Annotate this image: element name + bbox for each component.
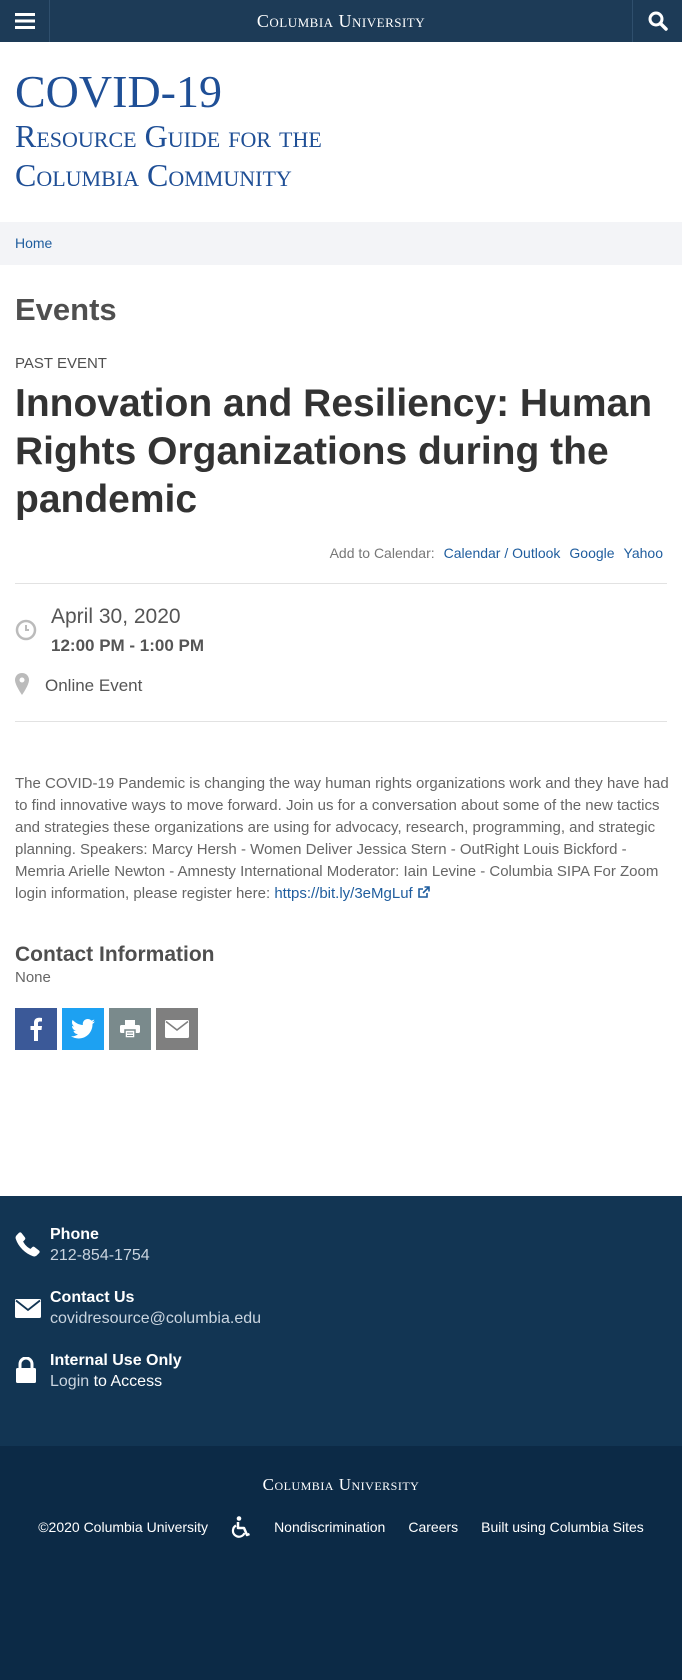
calendar-outlook-link[interactable]: Calendar / Outlook [444,545,561,561]
description-text: The COVID-19 Pandemic is changing the wa… [15,775,669,902]
twitter-icon [71,1019,95,1039]
lock-icon [16,1357,36,1383]
register-link[interactable]: https://bit.ly/3eMgLuf [274,885,430,902]
search-icon [648,11,668,31]
divider [15,721,667,722]
phone-label: Phone [50,1226,99,1243]
footer-contact: Phone 212-854-1754 Contact Us covidresou… [0,1196,682,1446]
internal-use-label: Internal Use Only [50,1352,182,1369]
site-title[interactable]: COVID-19 Resource Guide for the Columbia… [15,68,322,194]
careers-link[interactable]: Careers [408,1519,458,1535]
register-link-text: https://bit.ly/3eMgLuf [274,885,413,902]
envelope-icon [15,1299,41,1318]
event-time: 12:00 PM - 1:00 PM [51,636,205,655]
phone-icon [15,1232,40,1257]
share-buttons [15,1008,198,1050]
add-to-calendar-label: Add to Calendar: [329,545,435,561]
breadcrumb-home-link[interactable]: Home [15,235,52,251]
section-title: Events [15,292,117,327]
footer-bottom: Columbia University ©2020 Columbia Unive… [0,1446,682,1680]
print-button[interactable] [109,1008,151,1050]
login-line: Login to Access [50,1373,182,1391]
search-button[interactable] [632,0,682,42]
accessibility-icon[interactable] [231,1516,251,1538]
location-pin-icon [15,673,29,695]
email-share-button[interactable] [156,1008,198,1050]
event-title: Innovation and Resiliency: Human Rights … [15,382,653,521]
add-to-calendar: Add to Calendar: Calendar / Outlook Goog… [330,545,663,561]
calendar-google-link[interactable]: Google [569,545,614,561]
contact-us-label: Contact Us [50,1289,135,1306]
twitter-share-button[interactable] [62,1008,104,1050]
facebook-icon [30,1017,42,1041]
calendar-yahoo-link[interactable]: Yahoo [624,545,663,561]
external-link-icon [418,886,430,898]
footer-contact-us: Contact Us covidresource@columbia.edu [50,1289,261,1328]
email-icon [165,1020,189,1038]
past-event-label: PAST EVENT [15,355,107,372]
nondiscrimination-link[interactable]: Nondiscrimination [274,1519,385,1535]
facebook-share-button[interactable] [15,1008,57,1050]
footer-phone: Phone 212-854-1754 [50,1226,150,1265]
top-navigation-bar: Columbia University [0,0,682,42]
footer-university-brand[interactable]: Columbia University [0,1475,682,1495]
site-title-line3: Columbia Community [15,157,292,193]
contact-value: None [15,969,51,986]
print-icon [120,1020,140,1038]
built-using-link[interactable]: Built using Columbia Sites [481,1519,644,1535]
contact-email-link[interactable]: covidresource@columbia.edu [50,1310,261,1328]
login-link[interactable]: Login [50,1373,89,1390]
contact-heading: Contact Information [15,943,215,966]
login-suffix: to Access [89,1373,163,1390]
footer-links: ©2020 Columbia University Nondiscriminat… [0,1516,682,1538]
breadcrumb: Home [0,222,682,265]
event-location: Online Event [45,676,143,695]
copyright-text: ©2020 Columbia University [38,1519,209,1535]
university-brand[interactable]: Columbia University [0,11,682,32]
site-title-line1: COVID-19 [15,66,222,117]
event-description: The COVID-19 Pandemic is changing the wa… [15,773,671,905]
phone-number[interactable]: 212-854-1754 [50,1247,150,1265]
footer-internal: Internal Use Only Login to Access [50,1352,182,1391]
clock-icon [15,619,37,641]
site-title-line2: Resource Guide for the [15,118,322,154]
divider [15,583,667,584]
event-date: April 30, 2020 [51,605,181,628]
